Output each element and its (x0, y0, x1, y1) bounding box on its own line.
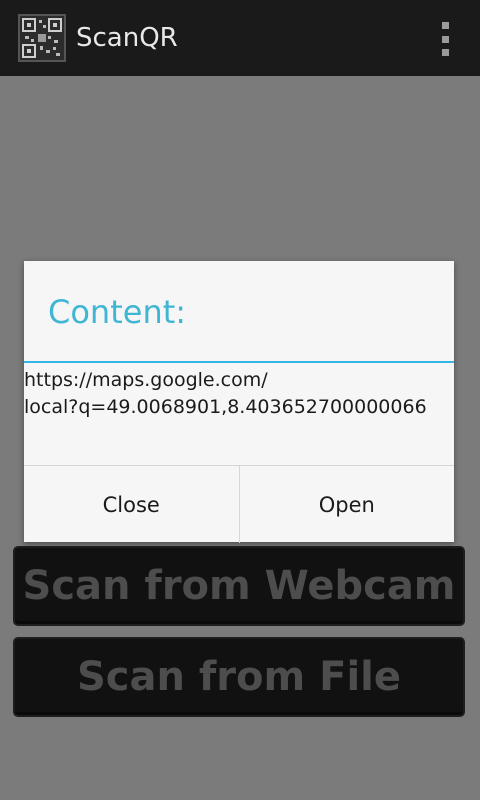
qr-code-icon[interactable] (18, 14, 66, 62)
scan-from-file-button[interactable]: Scan from File (13, 637, 465, 717)
open-button[interactable]: Open (240, 466, 455, 543)
overflow-menu-icon[interactable] (440, 22, 450, 56)
message-line: https://maps.google.com/ (24, 369, 268, 391)
dialog-divider (24, 361, 454, 363)
app-title: ScanQR (76, 23, 178, 53)
dialog-button-bar: Close Open (24, 465, 454, 543)
content-dialog: Content: https://maps.google.com/ local?… (24, 261, 454, 543)
dialog-message: https://maps.google.com/ local?q=49.0068… (24, 367, 454, 421)
dialog-title: Content: (48, 293, 187, 331)
screen: ScanQR Scan from Webcam Scan from File C… (0, 0, 480, 800)
close-button[interactable]: Close (24, 466, 239, 543)
scan-from-webcam-button[interactable]: Scan from Webcam (13, 546, 465, 626)
action-bar: ScanQR (0, 0, 480, 76)
message-line: local?q=49.0068901,8.403652700000066 (24, 396, 427, 418)
